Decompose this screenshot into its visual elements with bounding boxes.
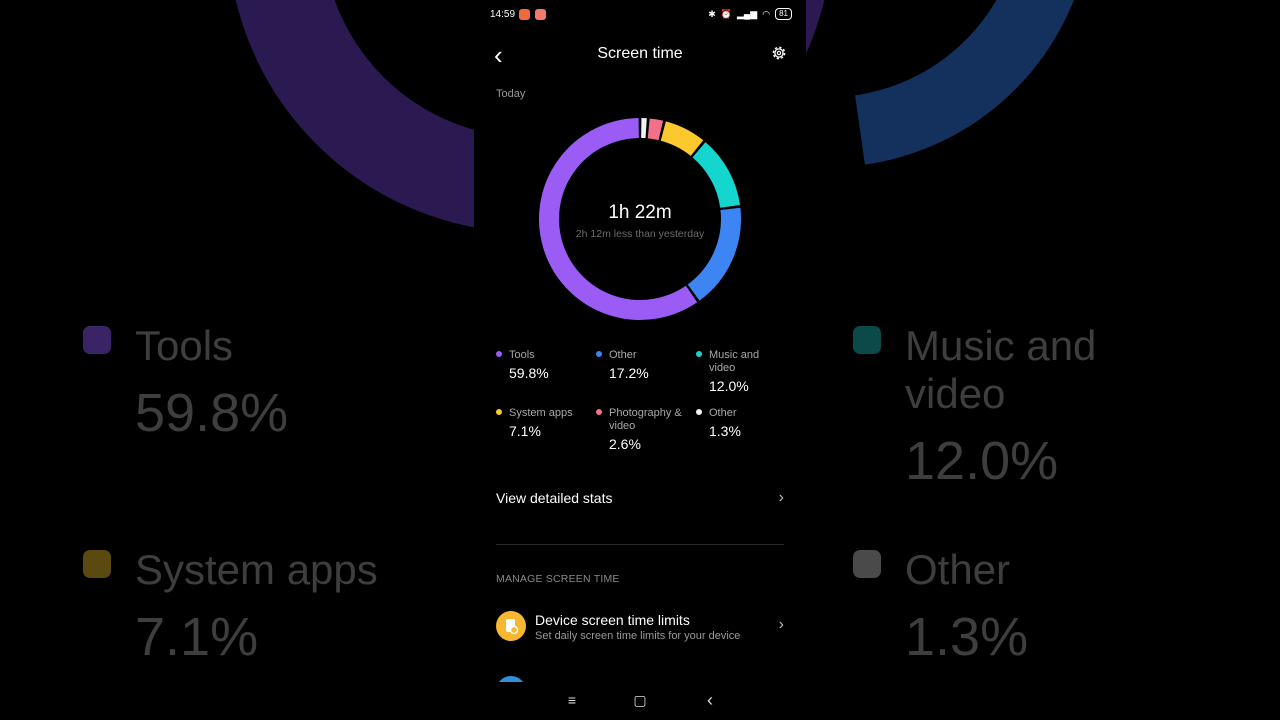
legend-item-other: Other 17.2% <box>596 349 691 381</box>
comparison-text: 2h 12m less than yesterday <box>575 228 705 240</box>
background-item-tools: Tools 59.8% <box>83 322 288 446</box>
home-icon[interactable]: ▢ <box>630 690 650 710</box>
background-item-other: Other 1.3% <box>853 546 1028 670</box>
legend-percent: 12.0% <box>709 378 749 394</box>
total-screen-time: 1h 22m <box>608 202 672 223</box>
legend-dot <box>596 351 602 357</box>
menu-icon[interactable]: ≡ <box>562 690 582 710</box>
battery-icon: 81 <box>775 8 792 20</box>
legend-label: System apps <box>509 407 573 419</box>
chevron-right-icon: › <box>778 616 784 633</box>
back-nav-icon[interactable]: ‹ <box>700 690 720 710</box>
donut-segment-photography-video <box>647 118 664 141</box>
legend-label: Music and video <box>709 349 760 374</box>
legend-label: Other <box>609 349 637 361</box>
bluetooth-icon: ✱ <box>708 8 716 19</box>
navigation-bar: ≡ ▢ ‹ <box>474 684 806 720</box>
chevron-right-icon: › <box>778 489 784 506</box>
gear-icon[interactable] <box>770 44 788 62</box>
background-pct-tools: 59.8% <box>135 383 289 443</box>
legend-item-music-video: Music and video 12.0% <box>696 349 776 394</box>
device-limits-subtitle: Set daily screen time limits for your de… <box>535 630 741 642</box>
background-label-other: Other <box>905 546 1011 593</box>
top-bar: ‹ Screen time <box>474 38 806 72</box>
wifi-icon: ◠ <box>762 8 771 19</box>
legend-item-other-2: Other 1.3% <box>696 407 791 439</box>
legend-percent: 59.8% <box>509 365 549 381</box>
legend-label: Other <box>709 407 737 419</box>
legend-label: Photography & video <box>609 407 682 432</box>
notification-icon <box>519 9 530 20</box>
phone-screen: 14:59 ✱ ⏰ ▂▄▆ ◠ 81 ‹ Screen time Today 1… <box>474 0 806 720</box>
donut-segment-music-and-video <box>692 142 741 209</box>
legend-dot <box>496 351 502 357</box>
legend-dot <box>696 351 702 357</box>
legend-percent: 7.1% <box>509 423 541 439</box>
legend-item-system-apps: System apps 7.1% <box>496 407 591 439</box>
page-title: Screen time <box>597 45 683 62</box>
legend-dot <box>696 409 702 415</box>
background-label-tools: Tools <box>135 322 234 369</box>
period-label: Today <box>496 88 526 100</box>
background-pct-system: 7.1% <box>135 607 259 667</box>
divider <box>496 544 784 545</box>
background-item-music: Music and video 12.0% <box>853 322 1115 494</box>
status-bar: 14:59 ✱ ⏰ ▂▄▆ ◠ 81 <box>474 6 806 24</box>
notification-icon <box>535 9 546 20</box>
legend-dot <box>496 409 502 415</box>
device-screen-time-limits-row[interactable]: Device screen time limits Set daily scre… <box>496 610 784 646</box>
app-limits-row-partial[interactable] <box>496 676 526 682</box>
background-dot-tools <box>83 326 111 354</box>
donut-segment-system-apps <box>660 121 704 157</box>
legend-percent: 1.3% <box>709 423 741 439</box>
alarm-icon: ⏰ <box>720 8 732 19</box>
app-limits-icon <box>496 676 526 682</box>
background-dot-music <box>853 326 881 354</box>
background-item-system: System apps 7.1% <box>83 546 378 670</box>
view-detailed-stats-link[interactable]: View detailed stats › <box>496 489 784 512</box>
legend-percent: 2.6% <box>609 436 641 452</box>
legend-item-tools: Tools 59.8% <box>496 349 591 381</box>
device-limit-icon <box>496 611 526 641</box>
status-icons: ✱ ⏰ ▂▄▆ ◠ 81 <box>708 8 792 20</box>
background-dot-other <box>853 550 881 578</box>
device-limits-title: Device screen time limits <box>535 612 690 628</box>
legend-dot <box>596 409 602 415</box>
background-pct-other: 1.3% <box>905 607 1029 667</box>
legend-item-photography: Photography & video 2.6% <box>596 407 691 452</box>
view-detailed-stats-label: View detailed stats <box>496 490 613 506</box>
background-dot-system <box>83 550 111 578</box>
background-pct-music: 12.0% <box>905 431 1059 491</box>
legend-label: Tools <box>509 349 535 361</box>
status-time: 14:59 <box>490 9 516 20</box>
background-label-music: Music and video <box>905 322 1097 417</box>
background-label-system: System apps <box>135 546 378 593</box>
section-title: MANAGE SCREEN TIME <box>496 573 620 585</box>
legend-percent: 17.2% <box>609 365 649 381</box>
signal-icon: ▂▄▆ <box>737 8 758 19</box>
